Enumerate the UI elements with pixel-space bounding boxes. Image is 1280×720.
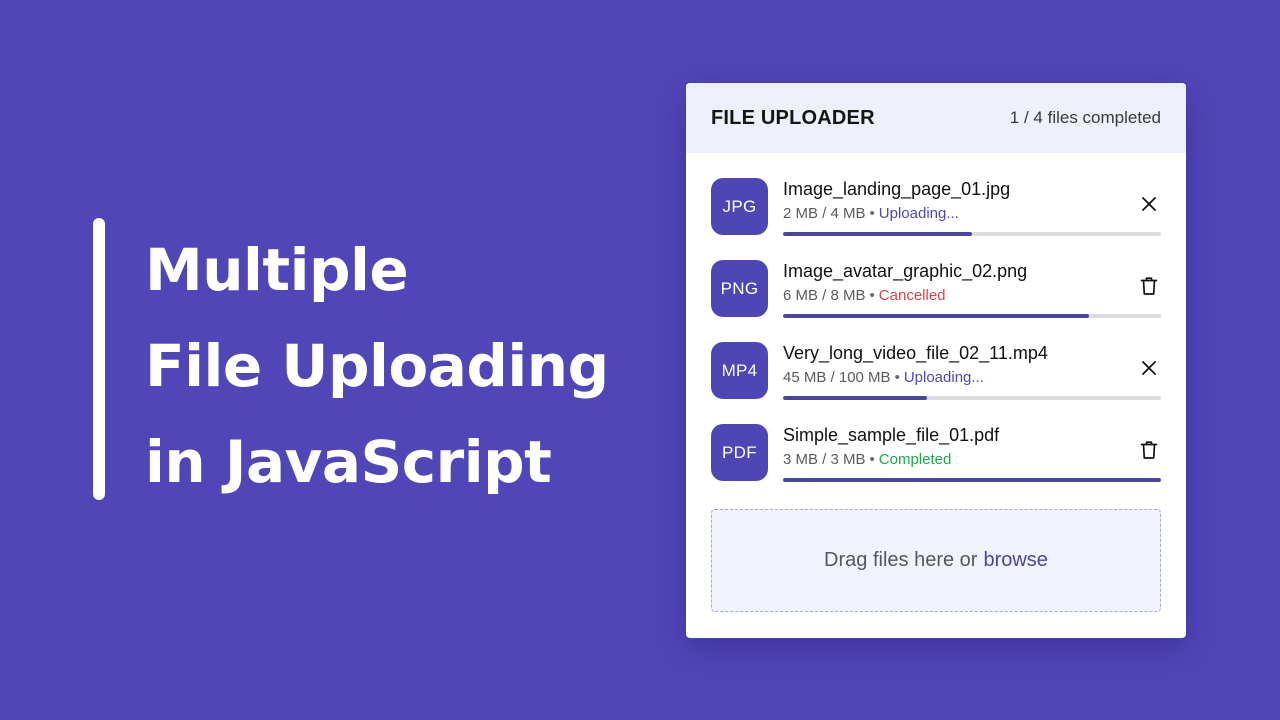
- file-info: Image_avatar_graphic_02.png 6 MB / 8 MB •…: [783, 260, 1161, 318]
- hero-accent-bar: [93, 218, 105, 500]
- hero-line-2: File Uploading: [145, 332, 609, 400]
- file-size: 3 MB / 3 MB: [783, 451, 866, 468]
- separator-dot: •: [869, 451, 875, 468]
- file-meta: 6 MB / 8 MB • Cancelled: [783, 286, 1161, 306]
- delete-file-button[interactable]: [1137, 438, 1161, 462]
- file-item: JPG Image_landing_page_01.jpg 2 MB / 4 M…: [711, 178, 1161, 260]
- cancel-upload-button[interactable]: [1137, 356, 1161, 380]
- file-uploader-card: FILE UPLOADER 1 / 4 files completed JPG …: [686, 83, 1186, 638]
- file-meta: 3 MB / 3 MB • Completed: [783, 450, 1161, 470]
- file-info: Simple_sample_file_01.pdf 3 MB / 3 MB • Co…: [783, 424, 1161, 482]
- file-type-badge: PDF: [711, 424, 768, 481]
- progress-bar: [783, 396, 1161, 400]
- drop-zone[interactable]: Drag files here or browse: [711, 509, 1161, 612]
- file-meta: 45 MB / 100 MB • Uploading...: [783, 368, 1161, 388]
- file-status: Uploading...: [903, 369, 984, 386]
- progress-fill: [783, 314, 1090, 318]
- progress-fill: [783, 396, 927, 400]
- uploader-header: FILE UPLOADER 1 / 4 files completed: [686, 83, 1186, 153]
- file-info: Very_long_video_file_02_11.mp4 45 MB / 1…: [783, 342, 1161, 400]
- file-status: Cancelled: [878, 287, 946, 304]
- progress-bar: [783, 314, 1161, 318]
- hero-title: Multiple File Uploading in JavaScript: [145, 222, 609, 510]
- file-item: PDF Simple_sample_file_01.pdf 3 MB / 3 M…: [711, 424, 1161, 506]
- file-name: Very_long_video_file_02_11.mp4: [783, 343, 1048, 363]
- trash-icon: [1140, 277, 1158, 295]
- progress-fill: [783, 232, 972, 236]
- cancel-upload-button[interactable]: [1137, 192, 1161, 216]
- file-size: 2 MB / 4 MB: [783, 205, 866, 222]
- separator-dot: •: [869, 205, 875, 222]
- file-status: Uploading...: [878, 205, 959, 222]
- drop-zone-text: Drag files here or: [824, 549, 978, 571]
- browse-link[interactable]: browse: [983, 549, 1047, 572]
- file-name: Image_landing_page_01.jpg: [783, 179, 1011, 199]
- file-list: JPG Image_landing_page_01.jpg 2 MB / 4 M…: [711, 178, 1161, 506]
- hero-line-1: Multiple: [145, 236, 409, 304]
- progress-bar: [783, 478, 1161, 482]
- file-type-badge: MP4: [711, 342, 768, 399]
- file-type-badge: JPG: [711, 178, 768, 235]
- trash-icon: [1140, 441, 1158, 459]
- close-icon: [1142, 197, 1156, 211]
- uploader-title: FILE UPLOADER: [711, 106, 875, 129]
- separator-dot: •: [894, 369, 900, 386]
- file-size: 45 MB / 100 MB: [783, 369, 891, 386]
- progress-bar: [783, 232, 1161, 236]
- file-item: PNG Image_avatar_graphic_02.png 6 MB / 8…: [711, 260, 1161, 342]
- delete-file-button[interactable]: [1137, 274, 1161, 298]
- file-item: MP4 Very_long_video_file_02_11.mp4 45 MB…: [711, 342, 1161, 424]
- file-size: 6 MB / 8 MB: [783, 287, 866, 304]
- file-info: Image_landing_page_01.jpg 2 MB / 4 MB • Up…: [783, 178, 1161, 236]
- file-name: Image_avatar_graphic_02.png: [783, 261, 1028, 281]
- file-type-badge: PNG: [711, 260, 768, 317]
- hero-line-3: in JavaScript: [145, 428, 552, 496]
- completion-summary: 1 / 4 files completed: [1009, 108, 1161, 127]
- close-icon: [1142, 361, 1156, 375]
- file-name: Simple_sample_file_01.pdf: [783, 425, 1000, 445]
- progress-fill: [783, 478, 1161, 482]
- separator-dot: •: [869, 287, 875, 304]
- file-meta: 2 MB / 4 MB • Uploading...: [783, 204, 1161, 224]
- file-status: Completed: [878, 451, 952, 468]
